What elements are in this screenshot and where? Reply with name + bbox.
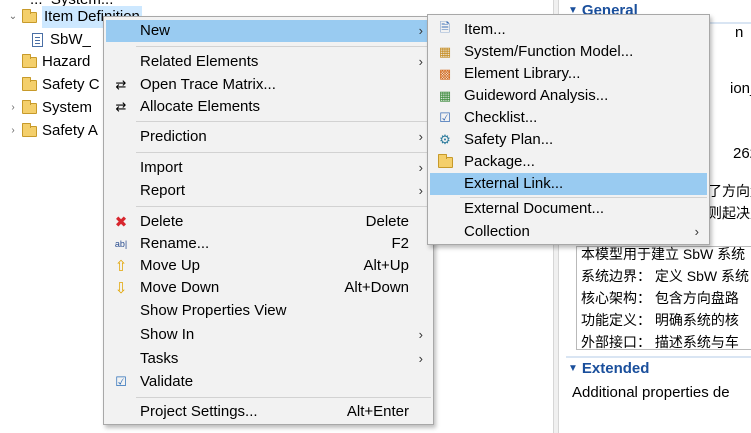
submenu-arrow-icon: › [418,327,423,342]
menu-item-tasks[interactable]: Tasks › [106,348,431,370]
description-line: 本模型用于建立 SbW 系统 [581,246,746,262]
menu-item-open-trace-matrix[interactable]: ⇄ Open Trace Matrix... [106,74,431,96]
menu-separator [136,121,431,122]
folder-icon [20,120,38,142]
menu-item-allocate-elements[interactable]: ⇄ Allocate Elements [106,96,431,118]
property-value: 262 (A [733,145,751,162]
move-up-icon: ⇧ [114,258,128,275]
folder-icon [20,74,38,96]
menu-item-related-elements[interactable]: Related Elements › [106,51,431,73]
tree-item-label: Hazard [42,53,91,70]
menu-item-prediction[interactable]: Prediction › [106,126,431,148]
submenu-item-external-document[interactable]: External Document... [430,198,707,220]
folder-icon [20,6,38,28]
menu-item-import[interactable]: Import › [106,157,431,179]
tree-item-label: Safety C [42,76,100,93]
tree-item-safety-c[interactable]: Safety C [6,74,100,96]
submenu-arrow-icon: › [418,351,423,366]
description-line: 核心架构： 包含方向盘路 [581,290,739,306]
menu-item-delete[interactable]: ✖ Delete Delete [106,211,431,233]
submenu-arrow-icon: › [418,129,423,144]
extended-description: Additional properties de [572,384,730,401]
tree-item-system[interactable]: › System [6,97,92,119]
submenu-arrow-icon: › [418,183,423,198]
folder-icon [20,97,38,119]
menu-item-report[interactable]: Report › [106,180,431,202]
validate-icon: ☑ [115,374,127,389]
delete-icon: ✖ [114,214,128,231]
collapsed-chevron-icon[interactable]: › [6,97,20,119]
tree-item-label: Safety A [42,122,98,139]
tree-item-sbw[interactable]: SbW_ [28,29,91,51]
description-line: 系统边界： 定义 SbW 系统 [581,268,750,284]
property-value: 了方向盘 [708,183,751,199]
menu-item-validate[interactable]: ☑ Validate [106,371,431,393]
expand-chevron-icon[interactable]: ⌄ [6,6,20,28]
allocate-icon: ⇄ [115,99,127,114]
tree-item-label: SbW_ [50,31,91,48]
package-icon [434,151,456,173]
document-icon [28,29,46,51]
submenu-arrow-icon: › [418,54,423,69]
menu-item-show-properties-view[interactable]: Show Properties View [106,300,431,322]
menu-separator [136,397,431,398]
submenu-item-system-function-model[interactable]: ▦ System/Function Model... [430,41,707,63]
tree-item-hazard[interactable]: Hazard [6,51,90,73]
menu-item-new[interactable]: New › [106,20,431,42]
submenu-item-package[interactable]: Package... [430,151,707,173]
submenu-arrow-icon: › [694,224,699,239]
trace-icon: ⇄ [115,77,127,92]
move-down-icon: ⇩ [114,280,128,297]
submenu-item-item[interactable]: 🗎 Item... [430,19,707,41]
menu-item-show-in[interactable]: Show In › [106,324,431,346]
context-menu: New › Related Elements › ⇄ Open Trace Ma… [103,16,434,425]
submenu-item-external-link[interactable]: External Link... [430,173,707,195]
submenu-arrow-icon: › [418,160,423,175]
menu-separator [136,46,431,47]
menu-separator [136,206,431,207]
system-model-icon: ▦ [438,44,452,59]
rename-icon: ab| [114,239,128,249]
collapsed-chevron-icon[interactable]: › [6,120,20,142]
tree-item-label: System [42,99,93,116]
property-value: ion_M [730,80,751,97]
submenu-item-guideword-analysis[interactable]: ▦ Guideword Analysis... [430,85,707,107]
submenu-item-collection[interactable]: Collection › [430,221,707,243]
property-value: n [735,24,744,41]
description-line: 外部接口： 描述系统与车 [581,334,739,350]
checklist-icon: ☑ [439,110,451,125]
property-value: 则起决定 [708,205,751,221]
guideword-icon: ▦ [438,88,452,103]
menu-item-move-down[interactable]: ⇩ Move Down Alt+Down [106,277,431,299]
submenu-item-checklist[interactable]: ☑ Checklist... [430,107,707,129]
menu-item-project-settings[interactable]: Project Settings... Alt+Enter [106,401,431,423]
library-icon: ▩ [438,66,452,81]
menu-item-rename[interactable]: ab| Rename... F2 [106,233,431,255]
description-field[interactable]: 本模型用于建立 SbW 系统 系统边界： 定义 SbW 系统 核心架构： 包含方… [576,246,751,350]
safety-plan-icon: ⚙ [439,132,451,147]
menu-separator [136,152,431,153]
submenu-item-safety-plan[interactable]: ⚙ Safety Plan... [430,129,707,151]
tree-item-safety-a[interactable]: › Safety A [6,120,98,142]
submenu-item-element-library[interactable]: ▩ Element Library... [430,63,707,85]
collapse-chevron-icon: ▼ [568,363,578,375]
submenu-arrow-icon: › [418,23,423,38]
extended-section-header[interactable]: ▼ Extended [568,358,649,380]
description-line: 功能定义： 明确系统的核 [581,312,739,328]
new-submenu: 🗎 Item... ▦ System/Function Model... ▩ E… [427,14,710,245]
item-icon: 🗎 [439,20,451,35]
folder-icon [20,51,38,73]
menu-item-move-up[interactable]: ⇧ Move Up Alt+Up [106,255,431,277]
